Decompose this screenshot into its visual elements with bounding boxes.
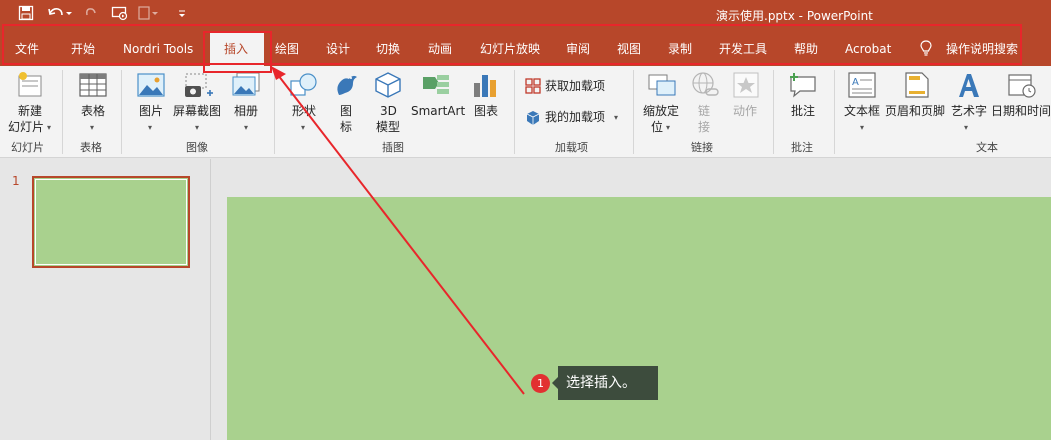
my-addins-button[interactable]: 我的加载项 bbox=[545, 110, 605, 125]
wordart-label[interactable]: 艺术字 bbox=[951, 104, 987, 119]
comment-label[interactable]: 批注 bbox=[791, 104, 815, 119]
date-time-icon[interactable] bbox=[1007, 71, 1037, 103]
chevron-down-icon[interactable]: ▾ bbox=[860, 124, 864, 132]
photo-album-label[interactable]: 相册 bbox=[234, 104, 258, 119]
header-footer-icon[interactable] bbox=[902, 71, 932, 103]
chart-icon[interactable] bbox=[471, 71, 501, 103]
picture-icon[interactable] bbox=[136, 71, 166, 103]
callout-text: 选择插入。 bbox=[558, 366, 658, 400]
zoom-icon[interactable] bbox=[647, 71, 677, 103]
zoom-label-1[interactable]: 缩放定 bbox=[643, 104, 679, 119]
table-label[interactable]: 表格 bbox=[81, 104, 105, 119]
picture-label[interactable]: 图片 bbox=[139, 104, 163, 119]
chevron-down-icon[interactable]: ▾ bbox=[244, 124, 248, 132]
link-label-1: 链 bbox=[698, 104, 711, 118]
textbox-icon[interactable]: A bbox=[847, 71, 877, 103]
photo-album-icon[interactable] bbox=[231, 71, 261, 103]
group-slides: 幻灯片 bbox=[11, 141, 44, 154]
header-footer-label[interactable]: 页眉和页脚 bbox=[885, 104, 945, 119]
group-tables: 表格 bbox=[80, 141, 102, 154]
shapes-icon[interactable] bbox=[289, 71, 319, 103]
slide-canvas[interactable] bbox=[227, 197, 1051, 440]
comment-icon[interactable] bbox=[788, 71, 818, 103]
highlight-insert-box bbox=[203, 31, 272, 73]
zoom-label-2[interactable]: 位 bbox=[651, 120, 663, 135]
step-badge: 1 bbox=[531, 374, 550, 393]
date-time-label[interactable]: 日期和时间 bbox=[991, 104, 1051, 119]
slide-thumbnail[interactable] bbox=[32, 176, 190, 268]
group-divider bbox=[62, 70, 63, 154]
group-divider bbox=[773, 70, 774, 154]
link-label-2: 接 bbox=[698, 120, 711, 134]
chevron-down-icon[interactable]: ▾ bbox=[195, 124, 199, 132]
link-icon bbox=[690, 71, 720, 103]
group-divider bbox=[121, 70, 122, 154]
get-addins-button[interactable]: 获取加载项 bbox=[545, 79, 605, 94]
screenshot-label[interactable]: 屏幕截图 bbox=[173, 104, 221, 119]
3d-model-label-1[interactable]: 3D bbox=[380, 104, 397, 119]
smartart-icon[interactable] bbox=[421, 71, 451, 103]
chevron-down-icon[interactable]: ▾ bbox=[47, 124, 51, 132]
store-icon[interactable] bbox=[525, 78, 541, 98]
screenshot-icon[interactable] bbox=[183, 71, 213, 103]
shapes-label[interactable]: 形状 bbox=[292, 104, 316, 119]
3d-model-icon[interactable] bbox=[373, 71, 403, 103]
group-comments: 批注 bbox=[791, 141, 813, 154]
chevron-down-icon[interactable]: ▾ bbox=[148, 124, 152, 132]
action-label: 动作 bbox=[733, 104, 758, 118]
chevron-down-icon[interactable]: ▾ bbox=[666, 124, 670, 132]
slide-number: 1 bbox=[12, 174, 20, 188]
action-icon bbox=[732, 71, 762, 103]
highlight-tabs-box bbox=[2, 24, 1022, 65]
smartart-label[interactable]: SmartArt bbox=[411, 104, 465, 119]
svg-text:A: A bbox=[852, 77, 859, 88]
group-links: 链接 bbox=[691, 141, 713, 154]
icons-label-1[interactable]: 图 bbox=[340, 104, 352, 119]
group-divider bbox=[834, 70, 835, 154]
window-title: 演示使用.pptx - PowerPoint bbox=[716, 9, 873, 23]
icons-icon[interactable] bbox=[331, 71, 361, 103]
table-icon[interactable] bbox=[78, 71, 108, 103]
group-text: 文本 bbox=[976, 141, 998, 154]
chart-label[interactable]: 图表 bbox=[474, 104, 498, 119]
group-divider bbox=[514, 70, 515, 154]
chevron-down-icon[interactable]: ▾ bbox=[90, 124, 94, 132]
group-divider bbox=[633, 70, 634, 154]
my-addins-icon[interactable] bbox=[525, 110, 541, 130]
group-addins: 加载项 bbox=[555, 141, 588, 154]
group-divider bbox=[274, 70, 275, 154]
chevron-down-icon[interactable]: ▾ bbox=[964, 124, 968, 132]
chevron-down-icon[interactable]: ▾ bbox=[614, 114, 618, 122]
new-slide-icon[interactable] bbox=[15, 71, 45, 103]
group-illustrations: 插图 bbox=[382, 141, 404, 154]
chevron-down-icon[interactable]: ▾ bbox=[301, 124, 305, 132]
group-images: 图像 bbox=[186, 141, 208, 154]
3d-model-label-2[interactable]: 模型 bbox=[376, 120, 400, 135]
new-slide-label-2[interactable]: 幻灯片 bbox=[8, 120, 44, 135]
icons-label-2[interactable]: 标 bbox=[340, 120, 352, 135]
textbox-label[interactable]: 文本框 bbox=[844, 104, 880, 119]
new-slide-label-1[interactable]: 新建 bbox=[18, 104, 42, 119]
wordart-icon[interactable] bbox=[954, 71, 984, 103]
